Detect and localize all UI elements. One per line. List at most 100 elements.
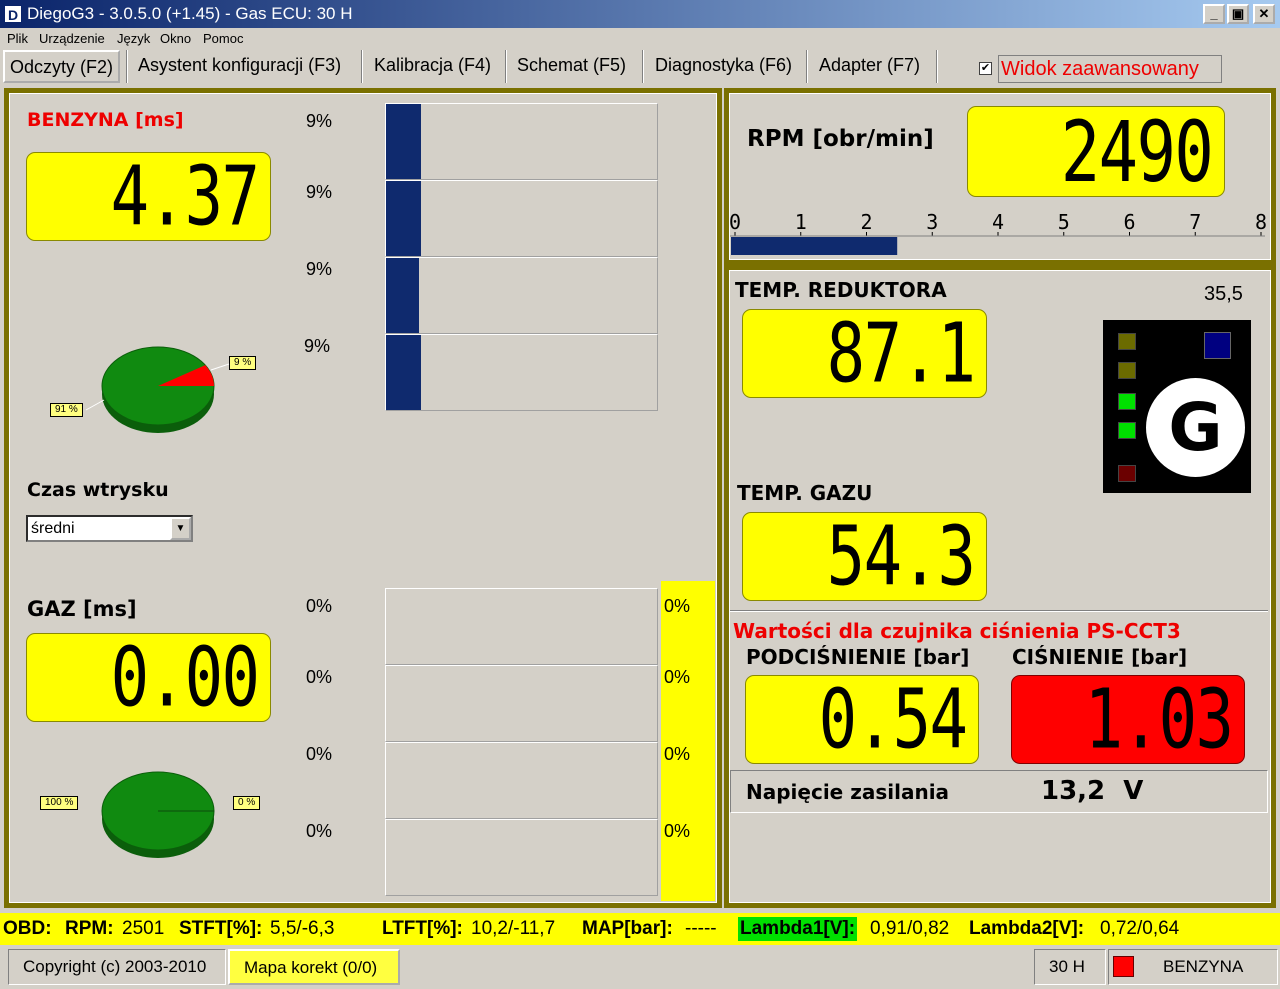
benzyna-bar [385, 334, 658, 411]
tab-separator [936, 50, 938, 83]
tab-adapter[interactable]: Adapter (F7) [813, 50, 926, 83]
rpm-scale: 0 1 2 3 4 5 6 7 8 [729, 210, 1267, 255]
fuel-led-icon [1113, 956, 1134, 977]
bar-fill [386, 104, 422, 179]
rpm-scale-label: 6 [1123, 210, 1135, 234]
menu-jezyk[interactable]: Język [117, 31, 150, 46]
temp-reduktora-aux: 35,5 [1204, 283, 1243, 305]
gaz-side-label: 0% [664, 744, 691, 764]
voltage-value: 13,2 V [1041, 776, 1144, 806]
gas-mode-icon[interactable]: G [1146, 378, 1245, 477]
advanced-view-checkbox[interactable]: ✔ [979, 62, 992, 75]
gaz-value: 0.00 [110, 630, 259, 725]
rpm-display: 2490 [967, 103, 1225, 201]
status-led [1118, 362, 1136, 379]
obd-map-label: MAP[bar]: [582, 918, 673, 939]
obd-lambda1-label: Lambda1[V]: [738, 917, 858, 941]
gaz-bar-label: 0% [306, 596, 333, 616]
benzyna-display: 4.37 [26, 149, 271, 244]
menu-plik[interactable]: Plik [7, 31, 28, 46]
gaz-bar-label: 0% [306, 821, 333, 841]
czas-wtrysku-label: Czas wtrysku [27, 479, 169, 501]
bar-fill [386, 335, 422, 410]
status-led [1118, 393, 1136, 410]
czas-wtrysku-value: średni [31, 520, 75, 537]
copyright-text: Copyright (c) 2003-2010 [8, 949, 226, 985]
menu-pomoc[interactable]: Pomoc [203, 31, 243, 46]
rpm-scale-label: 2 [860, 210, 872, 234]
obd-stft-label: STFT[%]: [179, 918, 263, 939]
obd-stft-value: 5,5/-6,3 [270, 918, 335, 939]
maximize-button[interactable]: ▣ [1227, 4, 1249, 24]
gaz-bar-label: 0% [306, 667, 333, 687]
tab-separator [806, 50, 808, 83]
czas-wtrysku-select[interactable]: średni ▼ [26, 515, 193, 542]
benzyna-pie-slice-label: 9 % [229, 356, 257, 370]
bar-fill [386, 258, 419, 333]
vacuum-value: 0.54 [818, 672, 967, 767]
gaz-pie-chart [101, 771, 215, 858]
pressure-label: CIŚNIENIE [bar] [1012, 645, 1188, 669]
rpm-scale-label: 0 [729, 210, 741, 234]
benzyna-pie-chart [101, 346, 215, 433]
rpm-scale-label: 7 [1189, 210, 1201, 234]
gaz-bar [385, 588, 658, 665]
benzyna-bar-label: 9% [306, 259, 333, 279]
benzyna-bar-label: 9% [306, 182, 333, 202]
gaz-pie-slice-label: 0 % [233, 796, 261, 810]
gaz-bar [385, 819, 658, 896]
gaz-bar [385, 665, 658, 742]
temp-gazu-value: 54.3 [826, 509, 975, 604]
obd-lambda1-value: 0,91/0,82 [870, 918, 950, 939]
tab-odczyty[interactable]: Odczyty (F2) [3, 50, 121, 83]
status-led [1118, 422, 1136, 439]
obd-lambda2-label: Lambda2[V]: [969, 918, 1085, 939]
gaz-label: GAZ [ms] [27, 597, 137, 621]
status-led [1118, 333, 1136, 350]
gaz-side-column [661, 581, 715, 901]
rpm-scale-label: 1 [795, 210, 807, 234]
pressure-value: 1.03 [1084, 672, 1233, 767]
tab-schemat[interactable]: Schemat (F5) [511, 50, 632, 83]
lpg-indicator-panel: G [1103, 320, 1251, 493]
status-bar: Copyright (c) 2003-2010 Mapa korekt (0/0… [0, 946, 1280, 989]
rpm-scale-label: 4 [992, 210, 1004, 234]
benzyna-bar [385, 103, 658, 180]
rpm-bar-fill [731, 237, 898, 255]
tab-kalibracja[interactable]: Kalibracja (F4) [368, 50, 497, 83]
minimize-button[interactable]: _ [1203, 4, 1225, 24]
voltage-label: Napięcie zasilania [746, 780, 950, 804]
tab-diagnostyka[interactable]: Diagnostyka (F6) [649, 50, 798, 83]
gaz-side-label: 0% [664, 667, 691, 687]
map-korekt-button[interactable]: Mapa korekt (0/0) [228, 949, 400, 985]
tab-asystent[interactable]: Asystent konfiguracji (F3) [132, 50, 347, 83]
pressure-display: 1.03 [1011, 672, 1245, 767]
temp-gazu-display: 54.3 [742, 509, 987, 604]
tab-separator [505, 50, 507, 83]
gaz-side-label: 0% [664, 596, 691, 616]
tab-separator [126, 50, 128, 83]
tab-separator [361, 50, 363, 83]
menu-urzadzenie[interactable]: Urządzenie [39, 31, 105, 46]
chevron-down-icon[interactable]: ▼ [170, 517, 191, 540]
temp-gazu-label: TEMP. GAZU [737, 481, 873, 505]
pressure-sensor-title: Wartości dla czujnika ciśnienia PS-CCT3 [733, 619, 1181, 643]
obd-ltft-label: LTFT[%]: [382, 918, 463, 939]
benzyna-value: 4.37 [110, 149, 259, 244]
rpm-scale-label: 8 [1255, 210, 1267, 234]
fuel-status-label: BENZYNA [1163, 957, 1244, 976]
menu-okno[interactable]: Okno [160, 31, 191, 46]
title-bar[interactable]: D DiegoG3 - 3.0.5.0 (+1.45) - Gas ECU: 3… [0, 0, 1280, 28]
benzyna-bar [385, 257, 658, 334]
status-led [1118, 465, 1136, 482]
ecu-id: 30 H [1034, 949, 1106, 985]
obd-rpm-label: RPM: [65, 918, 114, 939]
app-icon[interactable]: D [4, 5, 22, 23]
temp-reduktora-label: TEMP. REDUKTORA [735, 278, 947, 302]
obd-prefix: OBD: [3, 918, 52, 939]
temp-reduktora-value: 87.1 [826, 306, 975, 401]
advanced-view-label[interactable]: Widok zaawansowany [998, 55, 1222, 83]
close-button[interactable]: ✕ [1253, 4, 1275, 24]
gaz-bar [385, 742, 658, 819]
rpm-value: 2490 [1060, 102, 1213, 201]
